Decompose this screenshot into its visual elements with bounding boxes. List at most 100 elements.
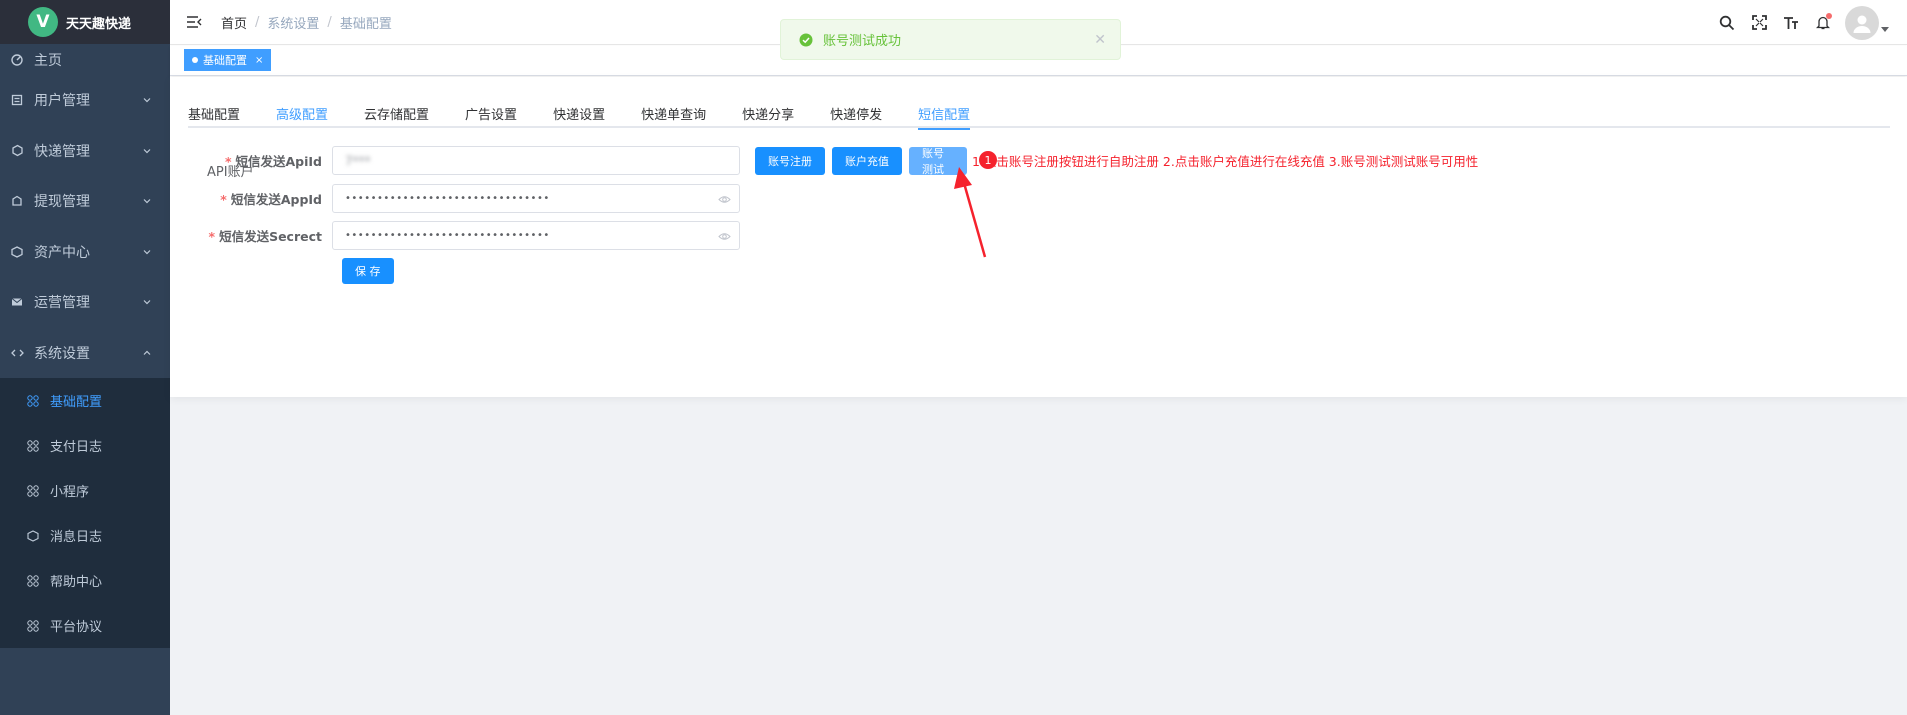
logo[interactable]: V 天天趣快递 <box>0 0 170 44</box>
cube-icon <box>26 529 40 543</box>
breadcrumb-home[interactable]: 首页 <box>221 13 247 32</box>
active-dot <box>192 57 198 63</box>
appid-label: * 短信发送AppId <box>220 192 322 207</box>
sidebar-subitem-label: 基础配置 <box>50 395 103 410</box>
tab-express-share[interactable]: 快递分享 <box>742 98 794 128</box>
sidebar-item-settings[interactable]: 系统设置 <box>0 328 170 379</box>
sidebar-subitem-label: 小程序 <box>50 485 90 500</box>
fullscreen-icon[interactable] <box>1749 13 1769 33</box>
success-toast: 账号测试成功 ✕ <box>780 19 1121 60</box>
secret-input[interactable]: •••••••••••••••••••••••••••••••• <box>332 221 740 250</box>
breadcrumb-separator: / <box>327 14 332 30</box>
sidebar-item-label: 提现管理 <box>34 194 90 211</box>
sidebar-item-users[interactable]: 用户管理 <box>0 75 170 126</box>
breadcrumb-system-settings: 系统设置 <box>267 16 320 32</box>
save-button[interactable]: 保 存 <box>342 258 394 284</box>
chevron-down-icon <box>143 199 151 204</box>
sidebar-subitem-label: 消息日志 <box>50 530 103 545</box>
eye-icon[interactable] <box>718 230 731 243</box>
sidebar-subitem-payment-log[interactable]: 支付日志 <box>0 423 170 468</box>
sidebar: V 天天趣快递 主页 用户管理 快递管理 提现管理 资产中心 运营管理 系统设置… <box>0 0 170 715</box>
recharge-button[interactable]: 账户充值 <box>832 146 902 175</box>
apiid-input[interactable]: 7*** <box>332 146 740 175</box>
sidebar-subitem-platform-agreement[interactable]: 平台协议 <box>0 603 170 648</box>
chevron-down-icon <box>143 98 151 103</box>
secret-value: •••••••••••••••••••••••••••••••• <box>345 230 550 241</box>
tab-cloud-storage[interactable]: 云存储配置 <box>364 98 429 128</box>
tab-express-suspend[interactable]: 快递停发 <box>830 98 882 128</box>
main-content: 基础配置 高级配置 云存储配置 广告设置 快递设置 快递单查询 快递分享 快递停… <box>170 77 1907 715</box>
navbar-actions <box>1717 0 1889 45</box>
code-icon <box>10 346 24 360</box>
tag-basic-config[interactable]: 基础配置 × <box>184 49 272 71</box>
breadcrumb-basic-config: 基础配置 <box>339 16 392 32</box>
sidebar-item-operations[interactable]: 运营管理 <box>0 277 170 328</box>
appid-value: •••••••••••••••••••••••••••••••• <box>345 193 550 204</box>
grid-icon <box>26 484 40 498</box>
sidebar-item-label: 主页 <box>34 52 62 69</box>
register-button[interactable]: 账号注册 <box>755 146 825 175</box>
chevron-down-icon <box>143 249 151 255</box>
close-icon[interactable]: × <box>255 55 263 66</box>
chevron-down-icon <box>143 300 151 305</box>
tab-ad-settings[interactable]: 广告设置 <box>465 98 517 128</box>
sidebar-subitem-miniprogram[interactable]: 小程序 <box>0 468 170 513</box>
required-mark: * <box>220 192 227 207</box>
bell-icon[interactable] <box>1813 12 1833 33</box>
logo-icon: V <box>28 7 58 37</box>
sidebar-subitem-basic-config[interactable]: 基础配置 <box>0 378 170 423</box>
tab-advanced-config[interactable]: 高级配置 <box>276 98 328 128</box>
eye-icon[interactable] <box>718 193 731 206</box>
avatar[interactable] <box>1845 5 1879 40</box>
form-row-apiid: * 短信发送ApiId 7*** 账号注册 账户充值 账号测试 1.点击账号注册按… <box>170 146 1479 176</box>
sidebar-subitem-label: 平台协议 <box>50 620 103 635</box>
sidebar-subitem-label: 帮助中心 <box>50 575 103 590</box>
sidebar-subitem-label: 支付日志 <box>50 440 103 455</box>
dashboard-icon <box>10 53 24 67</box>
tab-waybill-query[interactable]: 快递单查询 <box>641 98 706 128</box>
sidebar-item-express[interactable]: 快递管理 <box>0 126 170 177</box>
sidebar-item-label: 运营管理 <box>34 295 90 312</box>
app-name: 天天趣快递 <box>66 16 132 32</box>
sidebar-item-label: 快递管理 <box>34 143 90 160</box>
hint-text: 1.点击账号注册按钮进行自助注册 2.点击账户充值进行在线充值 3.账号测试测试… <box>972 154 1479 169</box>
sidebar-item-withdraw[interactable]: 提现管理 <box>0 176 170 227</box>
user-icon <box>10 93 24 107</box>
check-circle-icon <box>799 33 813 46</box>
tag-label: 基础配置 <box>203 54 247 67</box>
sidebar-subitem-message-log[interactable]: 消息日志 <box>0 513 170 558</box>
settings-submenu: 基础配置 支付日志 小程序 消息日志 帮助中心 平台协议 <box>0 378 170 648</box>
config-card: 基础配置 高级配置 云存储配置 广告设置 快递设置 快递单查询 快递分享 快递停… <box>170 77 1907 397</box>
apiid-label: * 短信发送ApiId <box>224 154 322 169</box>
breadcrumb-separator: / <box>255 14 260 30</box>
close-icon[interactable]: ✕ <box>1094 32 1106 48</box>
tab-sms-config[interactable]: 短信配置 <box>918 98 971 130</box>
grid-icon <box>26 439 40 453</box>
tab-basic-config[interactable]: 基础配置 <box>188 98 240 128</box>
secret-label: * 短信发送Secrect <box>208 229 322 244</box>
notification-dot <box>1826 12 1832 19</box>
tab-express-settings[interactable]: 快递设置 <box>553 98 605 128</box>
form-row-appid: * 短信发送AppId •••••••••••••••••••••••••••••… <box>170 184 740 213</box>
appid-input[interactable]: •••••••••••••••••••••••••••••••• <box>332 184 740 213</box>
font-size-icon[interactable] <box>1781 13 1801 33</box>
search-icon[interactable] <box>1717 13 1737 33</box>
grid-icon <box>26 574 40 588</box>
menu-fold-icon[interactable] <box>185 13 203 31</box>
grid-icon <box>26 394 40 408</box>
asset-icon <box>10 245 24 259</box>
caret-down-icon[interactable] <box>1881 20 1889 40</box>
chevron-up-icon <box>143 350 151 355</box>
grid-icon <box>26 619 40 633</box>
breadcrumb: 首页 / 系统设置 / 基础配置 <box>221 13 392 32</box>
annotation-arrow-icon <box>954 167 987 258</box>
apiid-value: 7*** <box>345 153 371 168</box>
sidebar-item-home[interactable]: 主页 <box>0 44 170 75</box>
sidebar-item-assets[interactable]: 资产中心 <box>0 227 170 278</box>
mail-icon <box>10 295 24 309</box>
sidebar-subitem-help-center[interactable]: 帮助中心 <box>0 558 170 603</box>
required-mark: * <box>208 229 216 244</box>
config-tabs: 基础配置 高级配置 云存储配置 广告设置 快递设置 快递单查询 快递分享 快递停… <box>188 98 1890 130</box>
chevron-down-icon <box>143 148 151 154</box>
express-icon <box>10 144 24 158</box>
